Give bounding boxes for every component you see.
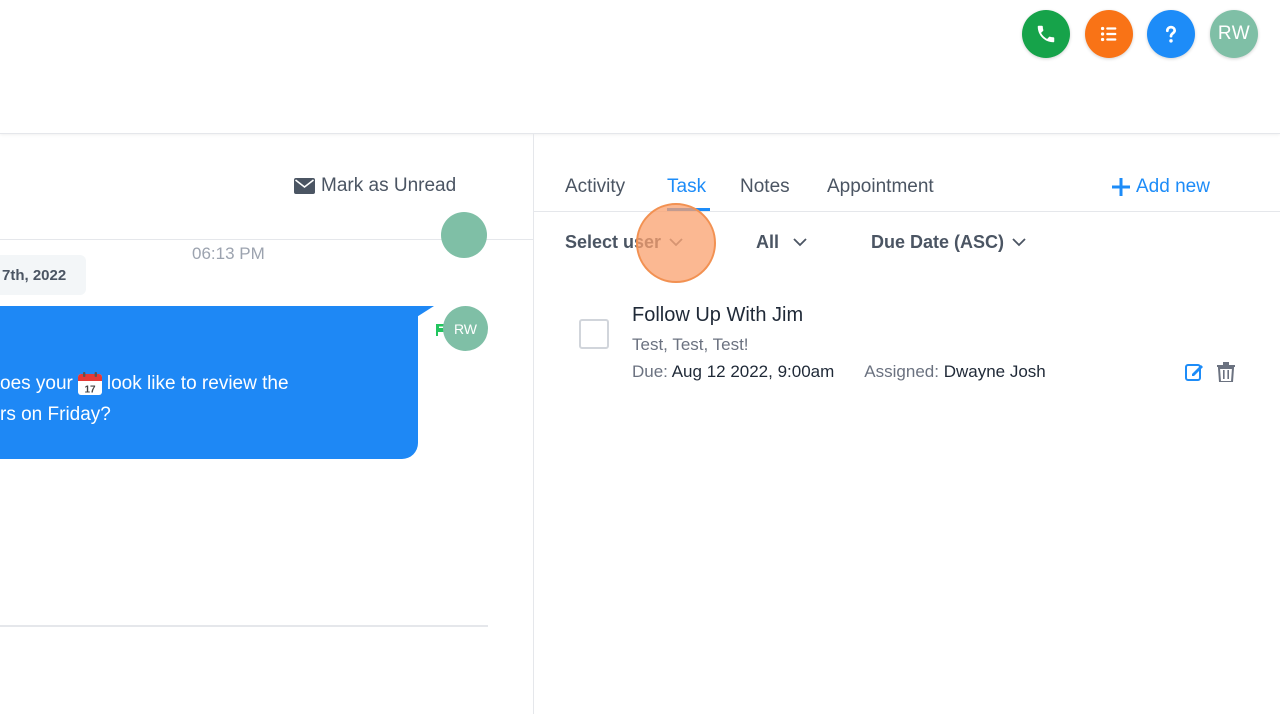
message-time: 06:13 PM bbox=[192, 244, 265, 263]
chevron-down-icon bbox=[793, 238, 807, 247]
list-icon bbox=[1100, 26, 1117, 42]
due-value: Aug 12 2022, 9:00am bbox=[671, 362, 835, 381]
tasks-list-button[interactable] bbox=[1085, 10, 1133, 58]
user-avatar-button[interactable]: RW bbox=[1210, 10, 1258, 58]
due-label: Due: bbox=[632, 362, 668, 381]
details-pane: Activity Task Notes Appointment Add new … bbox=[534, 134, 1280, 714]
avatar-initials: RW bbox=[1217, 23, 1251, 44]
tab-task[interactable]: Task bbox=[667, 176, 706, 198]
assigned-label: Assigned: bbox=[864, 362, 939, 381]
sort-dropdown[interactable]: Due Date (ASC) bbox=[871, 232, 1026, 253]
sort-label: Due Date (ASC) bbox=[871, 232, 1005, 252]
add-new-button[interactable]: Add new bbox=[1112, 176, 1210, 198]
divider bbox=[0, 625, 488, 627]
add-new-label: Add new bbox=[1136, 176, 1210, 197]
message-text: rs on Friday? bbox=[0, 404, 111, 425]
status-filter-label: All bbox=[756, 232, 780, 252]
phone-icon bbox=[1037, 25, 1055, 43]
task-title[interactable]: Follow Up With Jim bbox=[632, 304, 803, 327]
avatar bbox=[441, 212, 487, 258]
assigned-value: Dwayne Josh bbox=[943, 362, 1046, 381]
mark-as-unread-button[interactable]: Mark as Unread bbox=[294, 175, 456, 197]
bubble-tail bbox=[412, 306, 434, 320]
task-description: Test, Test, Test! bbox=[632, 335, 749, 354]
task-due: Due: Aug 12 2022, 9:00am bbox=[632, 362, 834, 382]
message-line-2: rs on Friday? bbox=[0, 399, 418, 430]
chevron-down-icon bbox=[1012, 238, 1026, 247]
plus-icon bbox=[1112, 178, 1130, 196]
message-avatar: RW bbox=[443, 306, 488, 351]
phone-button[interactable] bbox=[1022, 10, 1070, 58]
tab-bar: Activity Task Notes Appointment Add new bbox=[534, 134, 1280, 212]
message-text: oes your bbox=[0, 373, 73, 394]
tab-activity[interactable]: Activity bbox=[565, 176, 625, 198]
task-assigned: Assigned: Dwayne Josh bbox=[864, 362, 1045, 382]
tab-appointment[interactable]: Appointment bbox=[827, 176, 934, 198]
select-user-label: Select user bbox=[565, 232, 662, 252]
task-meta: Due: Aug 12 2022, 9:00am Assigned: Dwayn… bbox=[632, 362, 1046, 382]
envelope-icon bbox=[294, 178, 315, 194]
tab-notes[interactable]: Notes bbox=[740, 176, 790, 198]
calendar-emoji-icon: 17 bbox=[77, 371, 102, 395]
trash-icon[interactable] bbox=[1217, 362, 1235, 382]
edit-icon[interactable] bbox=[1184, 362, 1204, 382]
conversation-pane: Mark as Unread 06:13 PM 7th, 2022 oes yo… bbox=[0, 134, 534, 714]
date-chip: 7th, 2022 bbox=[0, 255, 86, 295]
message-bubble: oes your 17 look like to review the rs o… bbox=[0, 306, 418, 459]
mark-as-unread-label: Mark as Unread bbox=[321, 175, 457, 196]
status-filter-dropdown[interactable]: All bbox=[756, 232, 807, 253]
select-user-dropdown[interactable]: Select user bbox=[565, 232, 683, 253]
top-header: RW bbox=[0, 0, 1280, 134]
message-line-1: oes your 17 look like to review the bbox=[0, 368, 418, 399]
help-button[interactable] bbox=[1147, 10, 1195, 58]
active-tab-indicator bbox=[667, 208, 710, 211]
svg-text:17: 17 bbox=[84, 384, 96, 395]
message-text: look like to review the bbox=[106, 373, 289, 394]
chevron-down-icon bbox=[669, 238, 683, 247]
help-icon bbox=[1165, 25, 1177, 43]
task-complete-checkbox[interactable] bbox=[579, 319, 609, 349]
